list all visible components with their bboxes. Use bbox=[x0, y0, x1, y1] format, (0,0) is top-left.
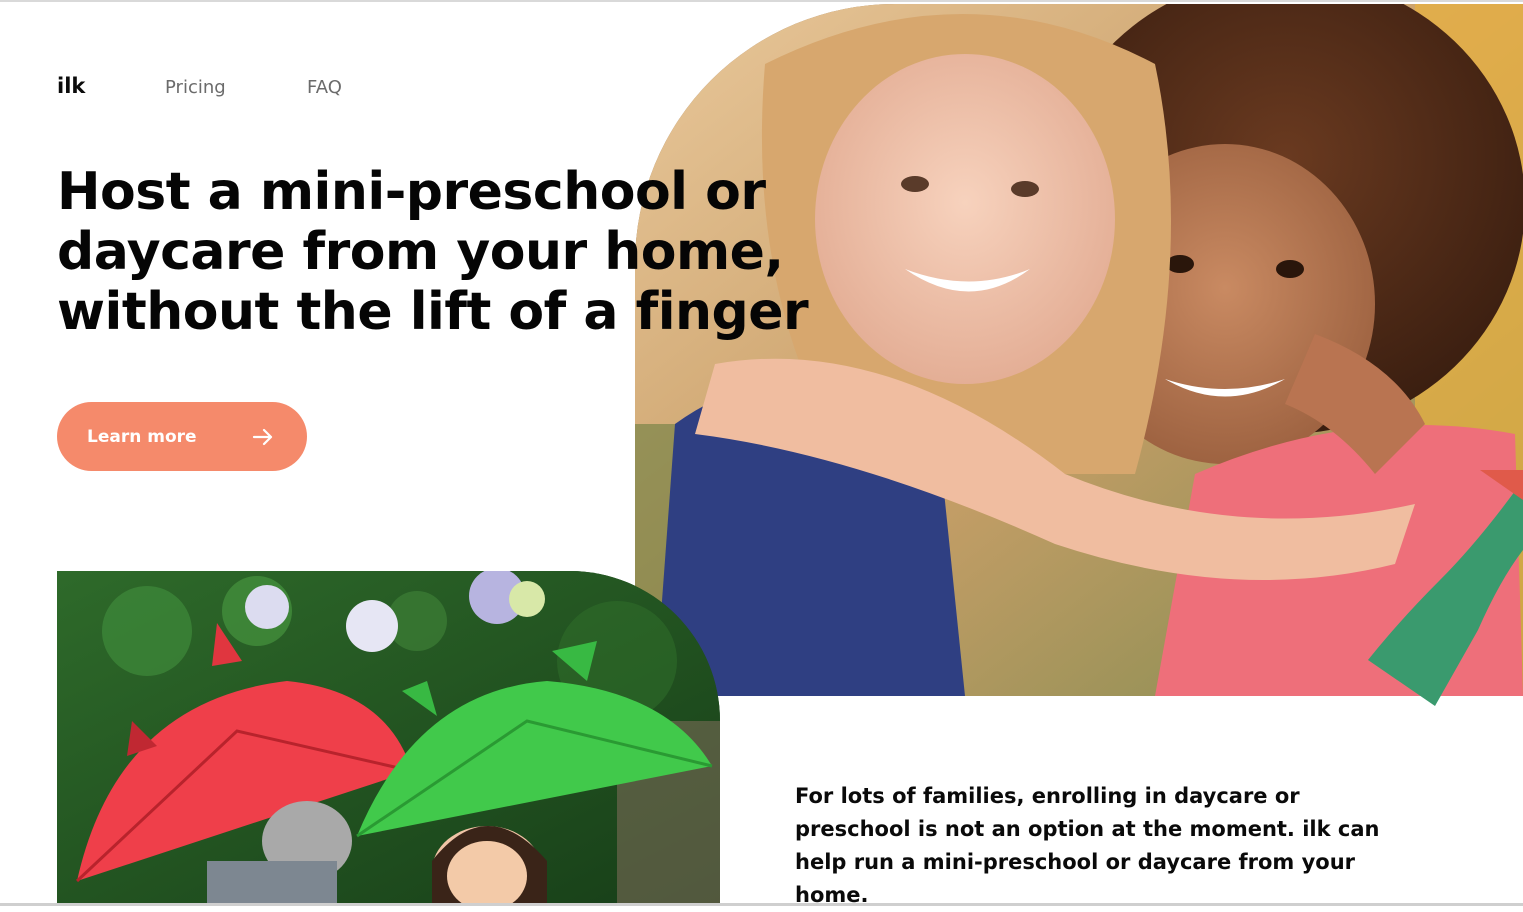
arrow-right-icon bbox=[252, 428, 273, 445]
nav-link-faq[interactable]: FAQ bbox=[307, 77, 342, 98]
learn-more-label: Learn more bbox=[87, 426, 197, 447]
logo[interactable]: ilk bbox=[57, 74, 85, 98]
hero-title: Host a mini-preschool or daycare from yo… bbox=[57, 162, 809, 342]
top-border bbox=[0, 0, 1523, 2]
secondary-photo bbox=[57, 571, 720, 906]
nav-link-pricing[interactable]: Pricing bbox=[165, 77, 226, 98]
learn-more-button[interactable]: Learn more bbox=[57, 402, 307, 471]
intro-paragraph: For lots of families, enrolling in dayca… bbox=[795, 784, 1380, 907]
decorative-stroke bbox=[1368, 470, 1523, 706]
